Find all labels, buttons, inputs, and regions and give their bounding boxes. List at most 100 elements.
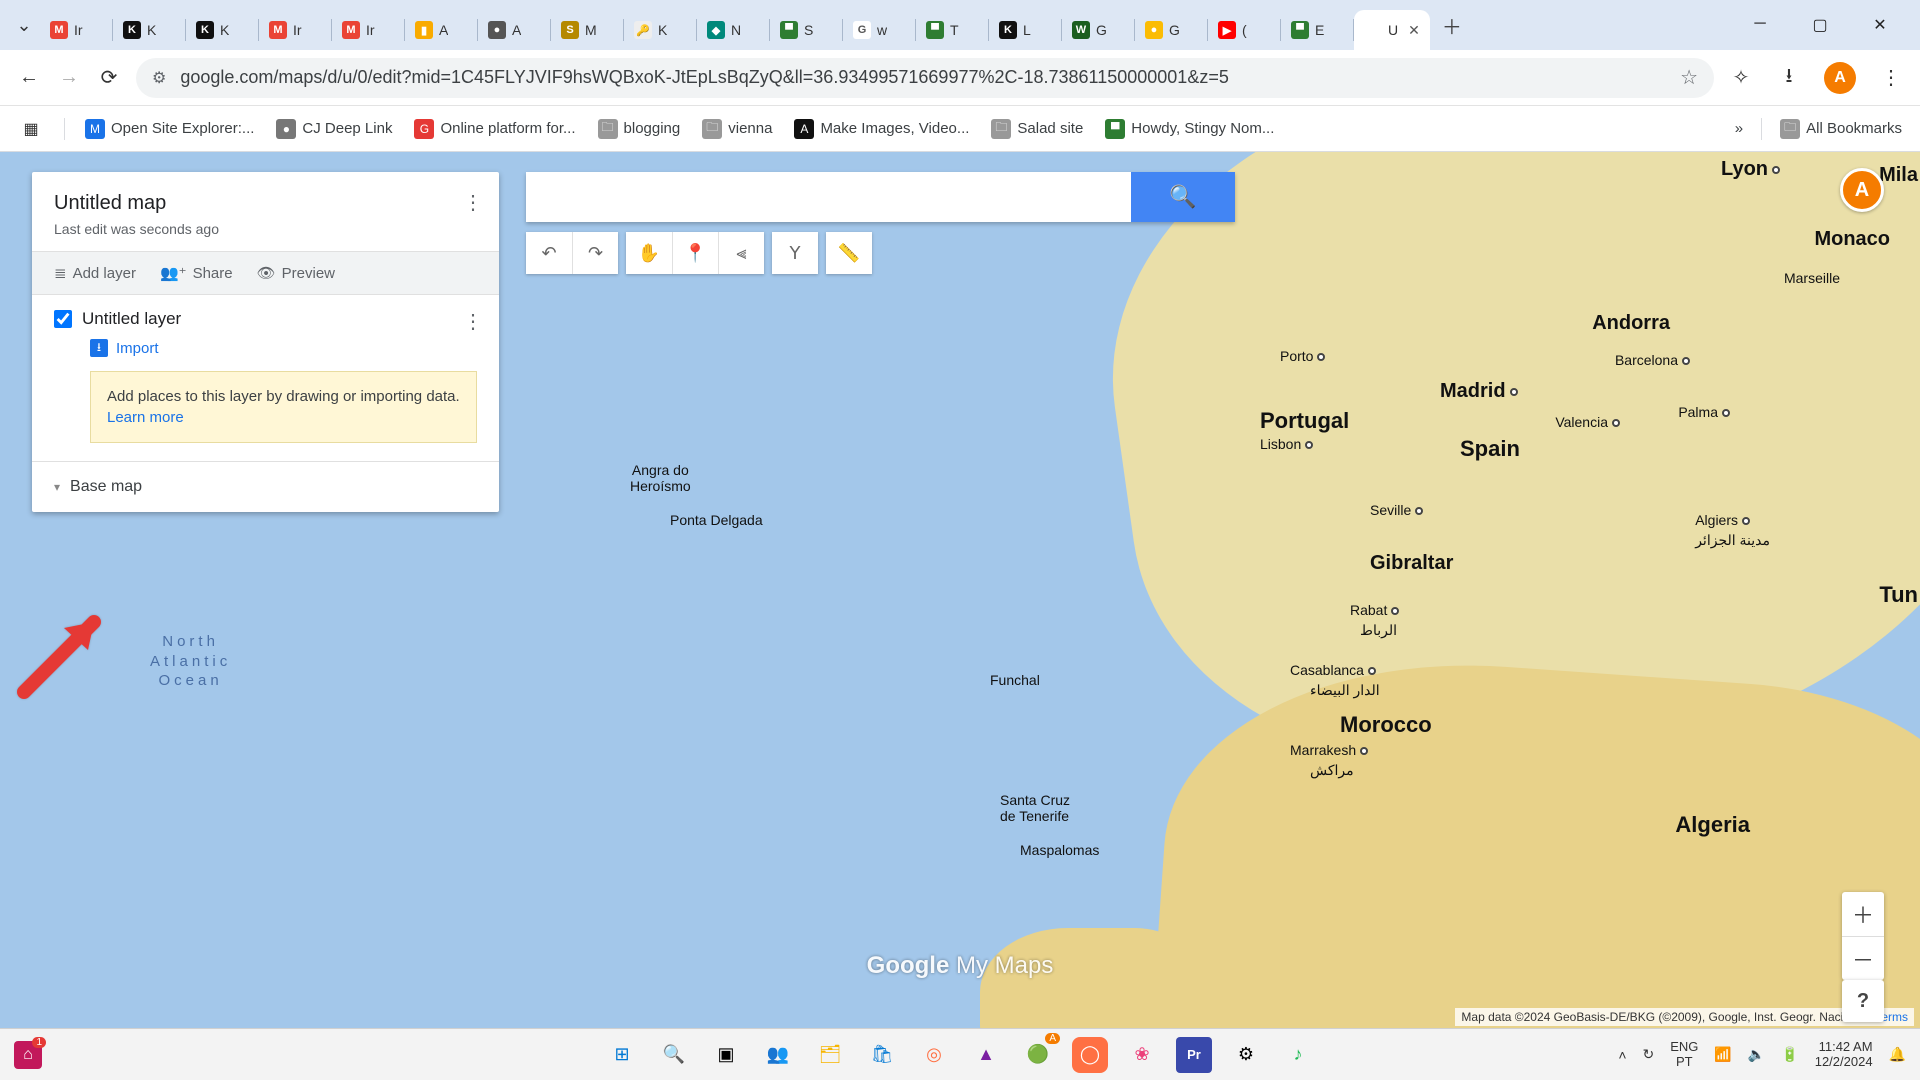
browser-tab[interactable]: KK xyxy=(113,10,185,50)
browser-tab[interactable]: ▀T xyxy=(916,10,988,50)
bookmark-item[interactable]: ▀Howdy, Stingy Nom... xyxy=(1105,119,1274,139)
extensions-icon[interactable]: ✧ xyxy=(1728,65,1754,91)
browser-tab[interactable]: KK xyxy=(186,10,258,50)
clock[interactable]: 11:42 AM12/2/2024 xyxy=(1815,1040,1873,1069)
layer-visibility-checkbox[interactable] xyxy=(54,310,72,328)
battery-icon[interactable]: 🔋 xyxy=(1781,1046,1798,1063)
tab-label: K xyxy=(658,22,667,38)
chrome-profile-avatar[interactable]: A xyxy=(1824,62,1856,94)
map-title[interactable]: Untitled map xyxy=(54,192,477,215)
bookmark-overflow-icon[interactable]: » xyxy=(1735,120,1743,137)
pan-tool-button[interactable]: ✋ xyxy=(626,232,672,274)
browser-tab[interactable]: ▮A xyxy=(405,10,477,50)
zoom-in-button[interactable]: ＋ xyxy=(1842,892,1884,936)
zoom-out-button[interactable]: － xyxy=(1842,936,1884,980)
undo-button[interactable]: ↶ xyxy=(526,232,572,274)
bookmark-item[interactable]: ●CJ Deep Link xyxy=(276,119,392,139)
taskbar-app[interactable]: ❀ xyxy=(1124,1037,1160,1073)
tray-sync-icon[interactable]: ↻ xyxy=(1643,1046,1655,1063)
chrome-menu-icon[interactable]: ⋮ xyxy=(1878,65,1904,91)
browser-tab[interactable]: ▀S xyxy=(770,10,842,50)
taskbar-app-chrome[interactable]: 🟢A xyxy=(1020,1037,1056,1073)
nav-back-icon[interactable]: ← xyxy=(16,65,42,91)
task-view-icon[interactable]: ▣ xyxy=(708,1037,744,1073)
bookmark-label: vienna xyxy=(728,120,772,137)
window-close-icon[interactable]: ✕ xyxy=(1868,15,1892,35)
bookmark-item[interactable]: MOpen Site Explorer:... xyxy=(85,119,254,139)
site-info-icon[interactable]: ⚙ xyxy=(152,68,166,88)
layer-menu-icon[interactable]: ⋮ xyxy=(463,309,483,334)
learn-more-link[interactable]: Learn more xyxy=(107,409,184,426)
bookmark-item[interactable]: 🗀Salad site xyxy=(991,119,1083,139)
address-bar[interactable]: ⚙ google.com/maps/d/u/0/edit?mid=1C45FLY… xyxy=(136,58,1714,98)
browser-tab[interactable]: SM xyxy=(551,10,623,50)
browser-tab[interactable]: ●G xyxy=(1135,10,1207,50)
bookmark-star-icon[interactable]: ☆ xyxy=(1680,65,1698,90)
bookmark-item[interactable]: GOnline platform for... xyxy=(414,119,575,139)
taskbar-app-brave[interactable]: ◎ xyxy=(916,1037,952,1073)
map-search-input[interactable] xyxy=(526,172,1131,222)
taskbar-app-teams[interactable]: 👥 xyxy=(760,1037,796,1073)
browser-tab[interactable]: MIr xyxy=(40,10,112,50)
windows-taskbar: ⌂1 ⊞ 🔍 ▣ 👥 🗂 🛍 ◎ ▲ 🟢A ◯ ❀ Pr ⚙ ♪ ˄ ↻ ENG… xyxy=(0,1028,1920,1080)
layer-name[interactable]: Untitled layer xyxy=(82,309,181,329)
nav-forward-icon[interactable]: → xyxy=(56,65,82,91)
downloads-icon[interactable]: ⭳ xyxy=(1776,65,1802,91)
language-indicator[interactable]: ENGPT xyxy=(1670,1040,1698,1069)
all-bookmarks-link[interactable]: 🗀All Bookmarks xyxy=(1780,119,1902,139)
help-button[interactable]: ? xyxy=(1842,980,1884,1022)
tab-favicon: M xyxy=(50,21,68,39)
import-button[interactable]: ⭳ Import xyxy=(90,339,477,357)
taskbar-app-spotify[interactable]: ♪ xyxy=(1280,1037,1316,1073)
map-search-button[interactable]: 🔍 xyxy=(1131,172,1235,222)
taskbar-search-icon[interactable]: 🔍 xyxy=(656,1037,692,1073)
browser-tab[interactable]: MIr xyxy=(259,10,331,50)
wifi-icon[interactable]: 📶 xyxy=(1714,1046,1731,1063)
taskbar-app-premiere[interactable]: Pr xyxy=(1176,1037,1212,1073)
map-menu-icon[interactable]: ⋮ xyxy=(463,190,483,215)
tab-close-icon[interactable]: ✕ xyxy=(1408,22,1420,39)
bookmark-item[interactable]: AMake Images, Video... xyxy=(794,119,969,139)
taskbar-app-store[interactable]: 🛍 xyxy=(864,1037,900,1073)
measure-button[interactable]: 📏 xyxy=(826,232,872,274)
taskbar-app[interactable]: ◯ xyxy=(1072,1037,1108,1073)
window-minimize-icon[interactable]: ─ xyxy=(1748,15,1772,35)
notifications-icon[interactable]: 🔔 xyxy=(1889,1046,1906,1063)
browser-tab[interactable]: ▶( xyxy=(1208,10,1280,50)
browser-tab[interactable]: 🔑K xyxy=(624,10,696,50)
start-button[interactable]: ⊞ xyxy=(604,1037,640,1073)
draw-line-button[interactable]: ⫷ xyxy=(718,232,764,274)
taskbar-app-settings[interactable]: ⚙ xyxy=(1228,1037,1264,1073)
base-map-toggle[interactable]: ▾ Base map xyxy=(32,461,499,512)
bookmark-label: Online platform for... xyxy=(440,120,575,137)
browser-tab[interactable]: MIr xyxy=(332,10,404,50)
browser-tab[interactable]: U✕ xyxy=(1354,10,1430,50)
browser-tab[interactable]: KL xyxy=(989,10,1061,50)
google-account-avatar[interactable]: A xyxy=(1840,168,1884,212)
preview-button[interactable]: 👁Preview xyxy=(257,264,335,282)
taskbar-app[interactable]: ▲ xyxy=(968,1037,1004,1073)
directions-button[interactable]: 𝖸 xyxy=(772,232,818,274)
share-button[interactable]: 👥⁺Share xyxy=(160,264,233,282)
taskbar-pinned-app[interactable]: ⌂1 xyxy=(14,1041,42,1069)
taskbar-app-explorer[interactable]: 🗂 xyxy=(812,1037,848,1073)
browser-tab[interactable]: ▀E xyxy=(1281,10,1353,50)
browser-tab[interactable]: WG xyxy=(1062,10,1134,50)
new-tab-button[interactable]: ＋ xyxy=(1436,9,1468,41)
apps-grid-icon[interactable]: ▦ xyxy=(18,116,44,142)
tray-chevron-icon[interactable]: ˄ xyxy=(1618,1047,1626,1063)
add-marker-button[interactable]: 📍 xyxy=(672,232,718,274)
tab-label: A xyxy=(439,22,448,38)
window-maximize-icon[interactable]: ▢ xyxy=(1808,15,1832,35)
browser-tab[interactable]: Gw xyxy=(843,10,915,50)
volume-icon[interactable]: 🔈 xyxy=(1748,1046,1765,1063)
city-label: Lyon xyxy=(1721,158,1780,181)
browser-tab[interactable]: ◆N xyxy=(697,10,769,50)
bookmark-item[interactable]: 🗀blogging xyxy=(598,119,681,139)
browser-tab[interactable]: ●A xyxy=(478,10,550,50)
bookmark-item[interactable]: 🗀vienna xyxy=(702,119,772,139)
redo-button[interactable]: ↷ xyxy=(572,232,618,274)
nav-reload-icon[interactable]: ⟳ xyxy=(96,65,122,91)
add-layer-button[interactable]: ≣Add layer xyxy=(54,264,136,282)
tabs-dropdown-icon[interactable]: ⌄ xyxy=(8,9,40,41)
